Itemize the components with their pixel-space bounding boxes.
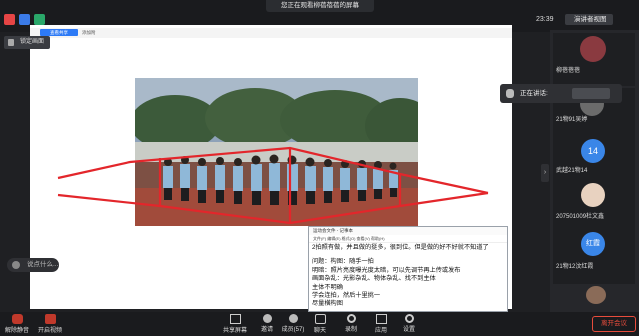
chat-button[interactable]: 聊天 [309, 312, 331, 336]
camera-off-icon [44, 314, 56, 324]
notepad-line: 主体不明确 [312, 283, 343, 291]
participant-name: 21物91吴婷 [556, 117, 588, 123]
chat-placeholder: 说点什么... [27, 261, 59, 268]
record-label: 录制 [344, 327, 357, 333]
apps-grid-icon [375, 314, 387, 324]
avatar: 红霞 [581, 232, 605, 256]
members-label: 成员(57) [281, 327, 305, 333]
speaking-indicator: 正在讲话: [500, 84, 622, 103]
add-person-icon [262, 314, 272, 323]
microphone-muted-icon [11, 314, 23, 324]
record-button[interactable]: 录制 [340, 312, 362, 336]
chat-label: 聊天 [313, 328, 326, 334]
notepad-line: 画面杂乱：光影杂乱、物体杂乱、找不到主体 [312, 275, 436, 283]
record-icon [346, 314, 356, 323]
chat-bubble-icon [314, 314, 326, 324]
participant-name: 柳蓓蓓蓓 [556, 68, 581, 74]
mute-label: 解除静音 [4, 328, 29, 334]
speaker-name-blur [572, 88, 610, 99]
apps-label: 应用 [374, 328, 387, 334]
participant-name: 207501009杜文鑫 [556, 214, 605, 220]
settings-label: 设置 [402, 327, 415, 333]
collapse-panel-button[interactable]: › [541, 164, 549, 182]
share-screen-button[interactable]: 共享屏幕 [220, 312, 250, 336]
speaking-label: 正在讲话: [520, 90, 548, 97]
apps-button[interactable]: 应用 [370, 312, 392, 336]
participant-name: 武越21物14 [556, 168, 588, 174]
leave-meeting-button[interactable]: 离开会议 [592, 316, 636, 332]
gear-icon [404, 314, 414, 323]
video-label: 开启视频 [37, 328, 62, 334]
avatar [586, 286, 606, 304]
settings-button[interactable]: 设置 [398, 312, 420, 336]
notepad-line: 尽量横构图 [312, 300, 343, 308]
invite-label: 邀请 [260, 327, 273, 333]
notepad-title: 运动会文件 - 记事本 [309, 227, 507, 235]
avatar [581, 183, 605, 207]
share-label: 共享屏幕 [222, 328, 247, 334]
emoji-icon [12, 261, 20, 269]
notepad-menu[interactable]: 文件(F) 编辑(E) 格式(O) 查看(V) 帮助(H) [309, 235, 507, 243]
participant-tile[interactable]: 红霞 21物12汶红霞 [553, 231, 635, 284]
people-icon [288, 314, 298, 323]
avatar: 14 [581, 139, 605, 163]
notepad-window[interactable]: 运动会文件 - 记事本 文件(F) 编辑(E) 格式(O) 查看(V) 帮助(H… [308, 226, 508, 312]
notepad-line: 2拍照有做，并且做的挺多，很到位。但是做的好不好就不知道了 [312, 244, 489, 251]
notepad-line: 问题：构图：随手一拍 [312, 258, 374, 266]
microphone-icon [506, 89, 514, 98]
participant-tile[interactable]: 柳蓓蓓蓓 [553, 33, 635, 86]
screen-share-icon [229, 314, 241, 324]
participant-name: 21物12汶红霞 [556, 264, 594, 270]
participant-tile[interactable]: 207501009杜文鑫 [553, 180, 635, 233]
invite-button[interactable]: 邀请 [256, 312, 278, 336]
video-button[interactable]: 开启视频 [36, 312, 64, 336]
members-button[interactable]: 成员(57) [280, 312, 306, 336]
avatar [580, 36, 606, 62]
chat-input[interactable]: 说点什么... [7, 258, 59, 272]
mute-button[interactable]: 解除静音 [2, 312, 32, 336]
notepad-line: 明暗：照片亮度曝光度太暗，可以先调节再上传或发布 [312, 266, 461, 274]
